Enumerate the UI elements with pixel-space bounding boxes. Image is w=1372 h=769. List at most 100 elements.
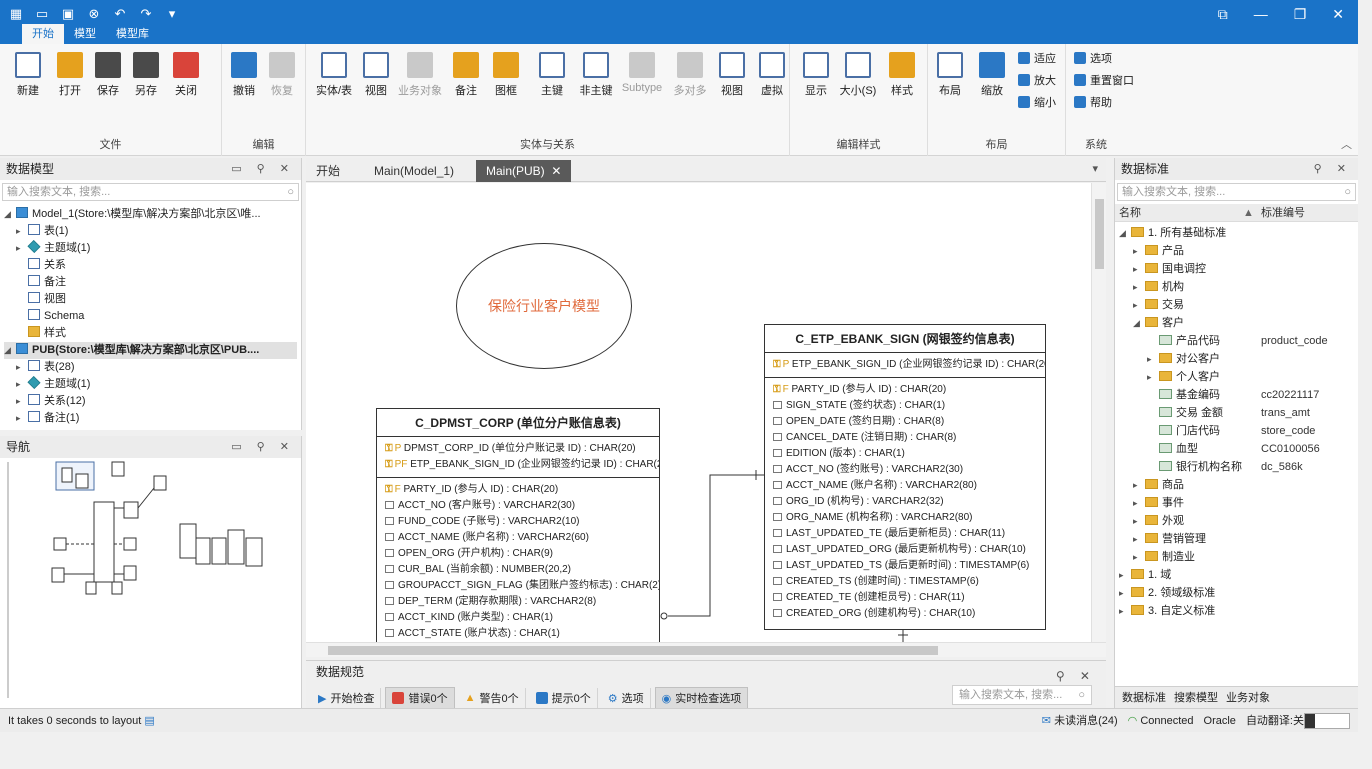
canvas-horizontal-scrollbar[interactable] — [306, 642, 1106, 657]
options-button[interactable]: 选项 — [1074, 50, 1112, 66]
tab-business-object[interactable]: 业务对象 — [1223, 687, 1273, 708]
tree-item-model1[interactable]: ◢ Model_1(Store:\模型库\解决方案部\北京区\唯... — [4, 206, 297, 223]
entity-field[interactable]: EDITION (版本) : CHAR(1) — [765, 446, 1045, 462]
tree-item[interactable]: 门店代码 store_code — [1115, 422, 1358, 440]
close-file-button[interactable]: 关闭 — [164, 48, 208, 98]
canvas-vertical-scrollbar[interactable] — [1091, 183, 1106, 642]
tree-item[interactable]: ▸ 制造业 — [1115, 548, 1358, 566]
view-relation-button[interactable]: 视图 — [710, 48, 754, 98]
subtype-button[interactable]: Subtype — [620, 48, 664, 94]
tree-item[interactable]: 基金编码 cc20221117 — [1115, 386, 1358, 404]
customize-icon[interactable]: ▾ — [164, 6, 180, 22]
entity-c-dpmst-corp[interactable]: C_DPMST_CORP (单位分户账信息表) ⚿ P DPMST_CORP_ID… — [376, 408, 660, 642]
entity-field[interactable]: ACCT_KIND (账户类型) : CHAR(1) — [377, 610, 659, 626]
panel-controls[interactable]: ⚲ ✕ — [1056, 665, 1096, 687]
hints-filter-button[interactable]: 提示0个 — [530, 688, 598, 708]
fit-button[interactable]: 适应 — [1018, 50, 1056, 66]
tree-item[interactable]: 血型 CC0100056 — [1115, 440, 1358, 458]
view-button[interactable]: 视图 — [354, 48, 398, 98]
tree-item[interactable]: ▸ 商品 — [1115, 476, 1358, 494]
tree-item[interactable]: ▸ 对公客户 — [1115, 350, 1358, 368]
diagram-canvas[interactable]: 保险行业客户模型 C_DPMST_CORP (单位分户账信息表) ⚿ P DPMS… — [306, 183, 1091, 642]
tree-item-style[interactable]: 样式 — [4, 325, 297, 342]
layout-button[interactable]: 布局 — [928, 48, 972, 98]
tree-item[interactable]: 银行机构名称 dc_586k — [1115, 458, 1358, 476]
tree-item[interactable]: ▸ 3. 自定义标准 — [1115, 602, 1358, 620]
entity-field[interactable]: ACCT_NO (客户账号) : VARCHAR2(30) — [377, 498, 659, 514]
entity-field[interactable]: CREATED_ORG (创建机构号) : CHAR(10) — [765, 606, 1045, 622]
tab-doc-start[interactable]: 开始 — [306, 160, 350, 182]
style-button[interactable]: 样式 — [880, 48, 924, 98]
search-icon[interactable]: ○ — [1344, 184, 1351, 200]
panel-controls[interactable]: ⚲ ✕ — [1314, 158, 1352, 180]
tab-model[interactable]: 模型 — [64, 24, 106, 44]
entity-field[interactable]: ⚿ F PARTY_ID (参与人 ID) : CHAR(20) — [377, 482, 659, 498]
standards-search-input[interactable]: 输入搜索文本, 搜索... ○ — [1117, 183, 1356, 201]
db-type[interactable]: Oracle — [1204, 709, 1236, 733]
restore-ribbon-button[interactable]: ⧉ — [1218, 6, 1228, 23]
realtime-check-options-button[interactable]: ◉ 实时检查选项 — [654, 687, 749, 709]
tree-item[interactable]: 产品代码 product_code — [1115, 332, 1358, 350]
warnings-filter-button[interactable]: ▲ 警告0个 — [459, 688, 526, 708]
tree-item[interactable]: ▸ 1. 域 — [1115, 566, 1358, 584]
tree-item-schema[interactable]: Schema — [4, 308, 297, 325]
tree-item-pub-relations[interactable]: ▸ 关系(12) — [4, 393, 297, 410]
non-pk-button[interactable]: 非主键 — [574, 48, 618, 98]
tree-item[interactable]: ▸ 个人客户 — [1115, 368, 1358, 386]
entity-field[interactable]: OPEN_DATE (签约日期) : CHAR(8) — [765, 414, 1045, 430]
display-button[interactable]: 显示 — [794, 48, 838, 98]
size-button[interactable]: 大小(S) — [836, 48, 880, 98]
tree-item-pub-tables[interactable]: ▸ 表(28) — [4, 359, 297, 376]
entity-field[interactable]: ACCT_STATE (账户状态) : CHAR(1) — [377, 626, 659, 642]
entity-field[interactable]: ⚿ F PARTY_ID (参与人 ID) : CHAR(20) — [765, 382, 1045, 398]
model-search-input[interactable]: 输入搜索文本, 搜索... ○ — [2, 183, 299, 201]
redo-icon[interactable]: ↷ — [138, 6, 154, 22]
tree-item[interactable]: ▸ 交易 — [1115, 296, 1358, 314]
entity-field[interactable]: ACCT_NO (签约账号) : VARCHAR2(30) — [765, 462, 1045, 478]
help-button[interactable]: 帮助 — [1074, 94, 1112, 110]
tab-start[interactable]: 开始 — [22, 24, 64, 44]
document-icon[interactable]: ▤ — [144, 715, 154, 727]
navigator-minimap[interactable] — [0, 458, 300, 706]
close-icon[interactable]: ⊗ — [86, 6, 102, 22]
new-button[interactable]: 新建 — [6, 48, 50, 98]
tree-item[interactable]: ▸ 国电调控 — [1115, 260, 1358, 278]
tree-item[interactable]: ▸ 事件 — [1115, 494, 1358, 512]
tree-item[interactable]: ◢ 1. 所有基础标准 — [1115, 224, 1358, 242]
tree-item-pub[interactable]: ◢ PUB(Store:\模型库\解决方案部\北京区\PUB.... — [4, 342, 297, 359]
tab-list-dropdown-icon[interactable]: ▾ — [1092, 162, 1098, 175]
entity-field[interactable]: ACCT_NAME (账户名称) : VARCHAR2(80) — [765, 478, 1045, 494]
zoom-out-button[interactable]: 缩小 — [1018, 94, 1056, 110]
entity-field[interactable]: ORG_ID (机构号) : VARCHAR2(32) — [765, 494, 1045, 510]
pfk-field[interactable]: ⚿ PF ETP_EBANK_SIGN_ID (企业网银签约记录 ID) : CH… — [377, 457, 659, 473]
collapse-ribbon-icon[interactable]: ︿ — [1341, 136, 1352, 152]
zoom-in-button[interactable]: 放大 — [1018, 72, 1056, 88]
tab-main-pub[interactable]: Main(PUB) ✕ — [476, 160, 572, 182]
tree-item[interactable]: ▸ 机构 — [1115, 278, 1358, 296]
save-icon[interactable]: ▣ — [60, 6, 76, 22]
tree-item[interactable]: ◢ 客户 — [1115, 314, 1358, 332]
spec-search-input[interactable]: 输入搜索文本, 搜索... ○ — [952, 685, 1092, 705]
auto-translate-toggle[interactable] — [1304, 713, 1350, 729]
connection-status[interactable]: ◠ Connected — [1128, 709, 1194, 733]
start-check-button[interactable]: ▶ 开始检查 — [312, 688, 382, 708]
undo-icon[interactable]: ↶ — [112, 6, 128, 22]
model-title-ellipse[interactable]: 保险行业客户模型 — [456, 243, 632, 369]
close-window-button[interactable]: ✕ — [1332, 6, 1344, 23]
panel-controls[interactable]: ▭ ⚲ ✕ — [231, 436, 295, 458]
entity-field[interactable]: LAST_UPDATED_ORG (最后更新机构号) : CHAR(10) — [765, 542, 1045, 558]
tab-data-standards[interactable]: 数据标准 — [1119, 687, 1169, 708]
tab-model-library[interactable]: 模型库 — [106, 24, 159, 44]
minimize-button[interactable]: — — [1254, 6, 1268, 23]
tree-item-tables[interactable]: ▸ 表(1) — [4, 223, 297, 240]
tree-item-pub-notes[interactable]: ▸ 备注(1) — [4, 410, 297, 427]
entity-field[interactable]: ACCT_NAME (账户名称) : VARCHAR2(60) — [377, 530, 659, 546]
pk-field[interactable]: ⚿ P DPMST_CORP_ID (单位分户账记录 ID) : CHAR(20) — [377, 441, 659, 457]
pk-button[interactable]: 主键 — [530, 48, 574, 98]
search-icon[interactable]: ○ — [287, 184, 294, 200]
redo-button[interactable]: 恢复 — [260, 48, 304, 98]
frame-button[interactable]: 图框 — [484, 48, 528, 98]
maximize-button[interactable]: ❐ — [1294, 6, 1307, 23]
search-icon[interactable]: ○ — [1078, 686, 1085, 704]
errors-filter-button[interactable]: 错误0个 — [385, 687, 455, 709]
